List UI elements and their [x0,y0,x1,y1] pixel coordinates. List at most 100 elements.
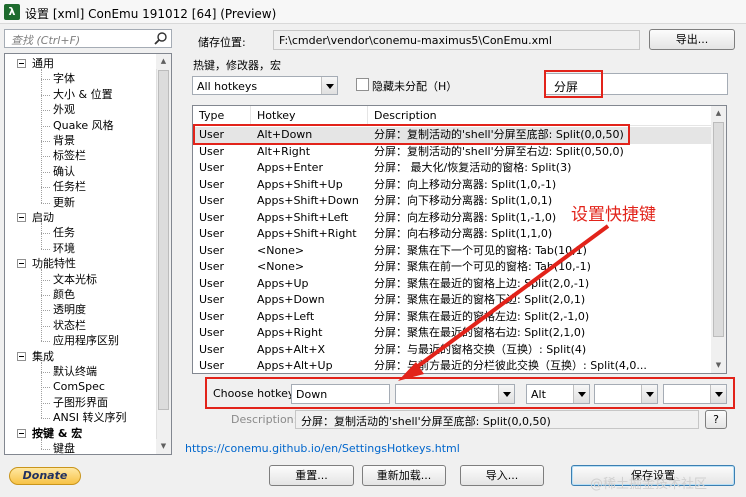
tree-item[interactable]: 任务 [53,225,75,241]
tree-connector [41,310,50,312]
table-row[interactable]: User Apps+Down 分屏：聚焦在最近的窗格下边: Split(2,0,1) [193,292,713,309]
tree-connector [41,125,50,127]
tree-item[interactable]: 字体 [53,71,75,87]
hotkey-filter-dropdown[interactable]: All hotkeys [192,76,338,95]
tree-guide [41,269,42,342]
tree-collapse-icon[interactable] [17,59,26,68]
scroll-up-arrow-icon[interactable]: ▲ [156,54,171,69]
table-row[interactable]: User Apps+Shift+Up 分屏：向上移动分离器: Split(1,0,-… [193,177,713,194]
scroll-up-arrow-icon[interactable]: ▲ [711,106,726,121]
table-row[interactable]: User Apps+Alt+Up 分屏：与前方最近的分栏彼此交换（互换）: Spli… [193,358,713,373]
cell-type: User [199,194,225,207]
cell-hotkey: Apps+Shift+Left [257,210,349,224]
cell-description: 分屏：复制活动的'shell'分屏至右边: Split(0,50,0) [374,144,624,158]
cell-description: 分屏： 最大化/恢复活动的窗格: Split(3) [374,161,572,174]
watermark: @稀土掘金技术社区 [590,477,708,492]
table-scroll-thumb[interactable] [713,122,724,337]
hide-unassigned-label: 隐藏未分配（H） [372,80,458,93]
reload-button[interactable]: 重新加载... [362,465,446,486]
hotkeys-table[interactable]: Type Hotkey Description User Alt+Down 分屏：复… [192,105,727,374]
annotation-label: 设置快捷键 [571,205,656,225]
tree-item[interactable]: 颜色 [53,287,75,303]
tree-scrollbar[interactable]: ▲ ▼ [156,54,171,454]
cell-type: User [199,326,225,339]
tree-scroll-thumb[interactable] [158,70,169,410]
tree-item[interactable]: 文本光标 [53,272,97,288]
column-header-description[interactable]: Description [368,106,713,126]
settings-tree[interactable]: 通用 字体 大小 & 位置 外观 Quake 风格 背景 标签栏 确认 任务栏 更新 启动 任务 环境功… [4,53,172,455]
tree-collapse-icon[interactable] [17,259,26,269]
tree-connector [41,187,50,189]
reset-button[interactable]: 重置... [269,465,354,486]
cell-type: User [199,342,225,356]
tree-connector [41,94,50,96]
hide-unassigned-checkbox[interactable] [356,78,369,91]
tree-item[interactable]: 启动 [32,210,54,226]
cell-type: User [199,144,225,158]
tree-item[interactable]: 透明度 [53,302,86,318]
tree-item[interactable]: 通用 [32,56,54,72]
table-row[interactable]: User Apps+Enter 分屏： 最大化/恢复活动的窗格: Split(3) [193,160,713,177]
tree-collapse-icon[interactable] [17,351,26,361]
column-header-type[interactable]: Type [193,106,251,126]
hotkey-filter-value: All hotkeys [197,80,258,93]
table-row[interactable]: User Apps+Up 分屏：聚焦在最近的窗格上边: Split(2,0,-1) [193,276,713,293]
tree-item[interactable]: ANSI 转义序列 [53,410,126,426]
tree-item[interactable]: 任务栏 [53,179,86,195]
tree-connector [41,156,50,158]
import-button[interactable]: 导入... [460,465,544,486]
tree-item[interactable]: 应用程序区别 [53,333,119,349]
scroll-down-arrow-icon[interactable]: ▼ [711,358,726,373]
tree-item[interactable]: 标签栏 [53,148,86,164]
cell-hotkey: Alt+Right [257,144,311,158]
cell-hotkey: Apps+Right [257,326,323,339]
cell-hotkey: Apps+Enter [257,161,323,174]
tree-item[interactable]: 集成 [32,349,54,365]
tree-item[interactable]: 状态栏 [53,318,86,334]
column-header-hotkey[interactable]: Hotkey [251,106,368,126]
tree-item[interactable]: Quake 风格 [53,118,114,134]
chevron-down-icon[interactable] [321,77,337,94]
tree-connector [41,79,50,81]
tree-item[interactable]: 键盘 [53,441,75,454]
cell-description: 分屏：与最近的窗格交换（互换）: Split(4) [374,342,587,356]
tree-item[interactable]: 更新 [53,195,75,211]
tree-collapse-icon[interactable] [17,213,26,222]
tree-collapse-icon[interactable] [17,428,26,438]
scroll-down-arrow-icon[interactable]: ▼ [156,439,171,454]
description-field[interactable]: 分屏：复制活动的'shell'分屏至底部: Split(0,0,50) [295,410,699,429]
table-row[interactable]: User Apps+Left 分屏：聚焦在最近的窗格左边: Split(2,-1,0… [193,309,713,326]
tree-guide [41,223,42,249]
tree-item[interactable]: 子图形界面 [53,395,108,411]
table-row[interactable]: User Apps+Shift+Right 分屏：向右移动分离器: Split(1,… [193,226,713,243]
table-row[interactable]: User <None> 分屏：聚焦在前一个可见的窗格: Tab(10,-1) [193,259,713,276]
tree-item[interactable]: 环境 [53,241,75,257]
donate-button[interactable]: Donate [9,467,81,485]
tree-connector [41,418,50,420]
table-row[interactable]: User Alt+Right 分屏：复制活动的'shell'分屏至右边: Split… [193,144,713,161]
tree-connector [41,372,50,373]
search-icon[interactable] [153,31,168,46]
table-scrollbar[interactable]: ▲ ▼ [711,106,726,373]
settings-search-input[interactable]: 查找 (Ctrl+F) [4,29,172,48]
help-button[interactable]: ? [705,410,727,429]
export-button[interactable]: 导出... [649,29,735,50]
tree-item[interactable]: 默认终端 [53,364,97,380]
tree-connector [41,449,50,450]
tree-item[interactable]: ComSpec [53,379,105,395]
table-row[interactable]: User Apps+Alt+X 分屏：与最近的窗格交换（互换）: Split(4) [193,342,713,359]
table-row[interactable]: User <None> 分屏：聚焦在下一个可见的窗格: Tab(10,1) [193,243,713,260]
table-row[interactable]: User Apps+Right 分屏：聚焦在最近的窗格右边: Split(2,1,0… [193,325,713,342]
tree-item[interactable]: 确认 [53,164,75,180]
tree-item[interactable]: 功能特性 [32,256,76,272]
tree-item[interactable]: 大小 & 位置 [53,87,113,103]
table-header: Type Hotkey Description [193,106,713,126]
settings-help-link[interactable]: https://conemu.github.io/en/SettingsHotk… [185,442,460,455]
storage-path-field[interactable]: F:\cmder\vendor\conemu-maximus5\ConEmu.x… [273,30,640,50]
tree-item[interactable]: 背景 [53,133,75,149]
tree-item[interactable]: 按键 & 宏 [32,426,82,442]
cell-description: 分屏：聚焦在最近的窗格上边: Split(2,0,-1) [374,276,590,290]
cell-description: 分屏：聚焦在下一个可见的窗格: Tab(10,1) [374,243,587,257]
tree-connector [41,402,50,404]
tree-item[interactable]: 外观 [53,102,75,118]
